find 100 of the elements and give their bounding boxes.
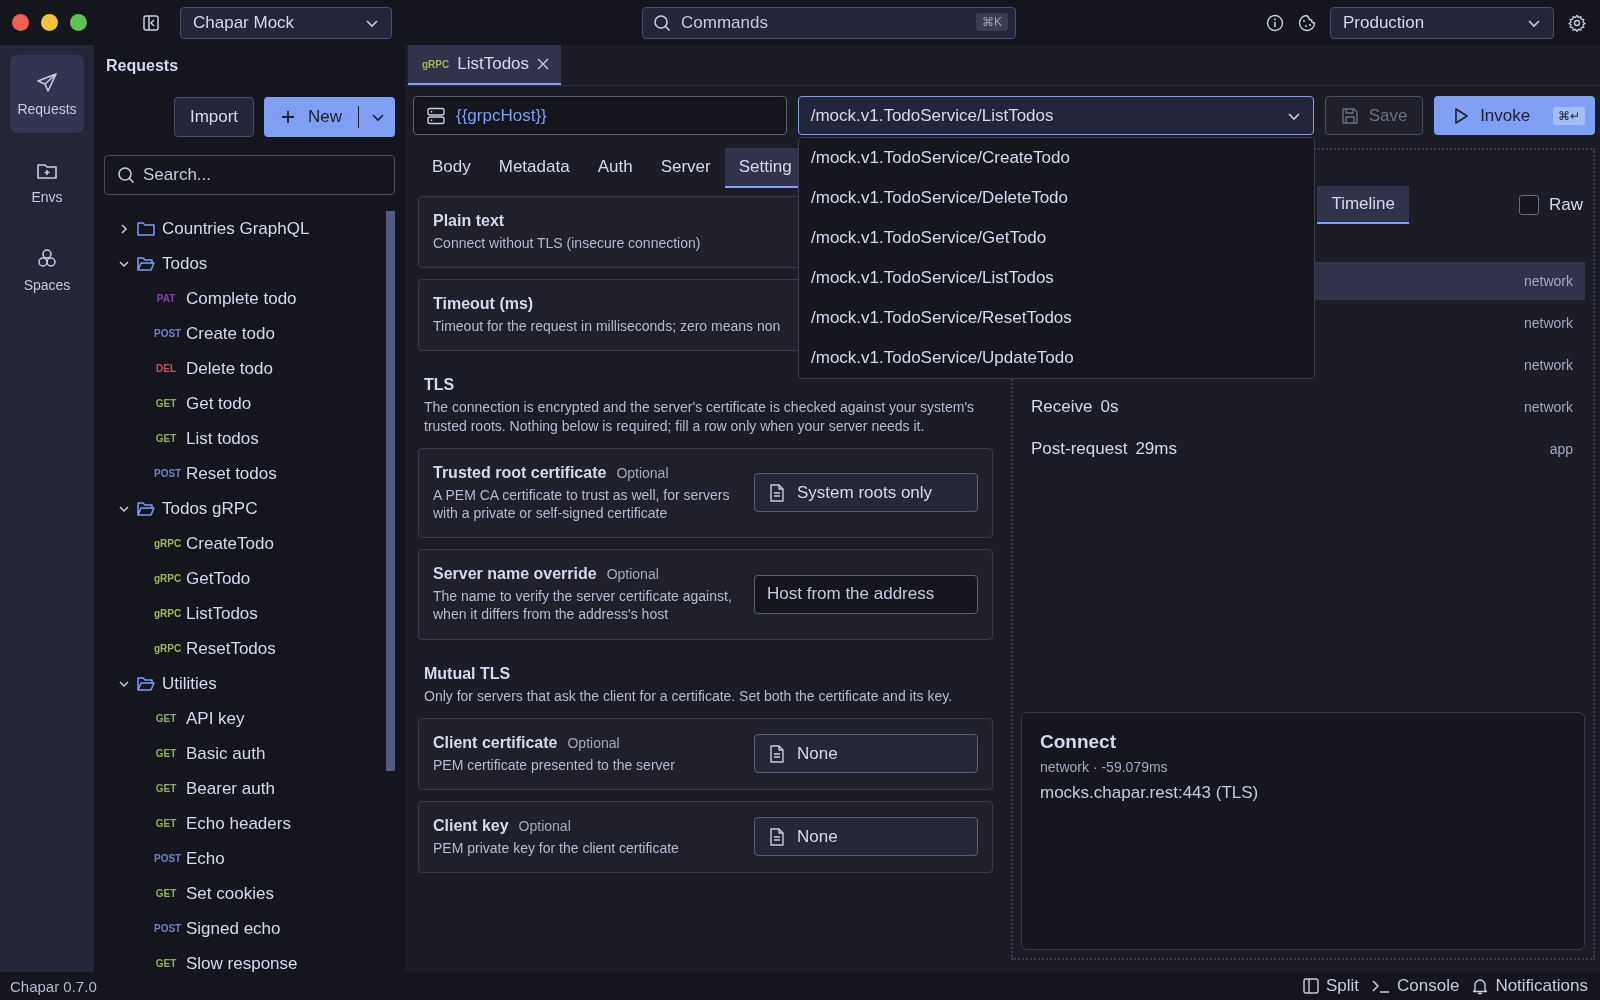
optional-label: Optional (518, 817, 571, 834)
server-name-field[interactable]: Host from the address (754, 574, 978, 614)
request-item[interactable]: PAT Complete todo (118, 281, 386, 316)
environment-select[interactable]: Production (1330, 6, 1554, 39)
dropdown-option[interactable]: /mock.v1.TodoService/ListTodos (799, 258, 1314, 298)
request-item[interactable]: POST Reset todos (118, 456, 386, 491)
detail-title: Connect (1040, 731, 1117, 753)
folder-item[interactable]: Todos gRPC (118, 491, 386, 526)
close-icon[interactable] (537, 58, 550, 70)
sub-tab[interactable]: Body (418, 148, 485, 188)
settings-icon[interactable] (1568, 13, 1586, 32)
version-label: Chapar 0.7.0 (10, 977, 97, 995)
nav-rail-item[interactable]: Envs (10, 143, 84, 221)
workspace-select[interactable]: Chapar Mock (180, 6, 392, 39)
optional-label: Optional (567, 734, 620, 751)
request-item[interactable]: GET Set cookies (118, 876, 386, 911)
open-folder-icon (136, 499, 156, 518)
method-select[interactable]: /mock.v1.TodoService/ListTodos (797, 96, 1315, 135)
import-button[interactable]: Import (174, 97, 254, 137)
request-item[interactable]: GET Get todo (118, 386, 386, 421)
server-icon (426, 105, 446, 126)
setting-description: PEM certificate presented to the server (433, 755, 675, 774)
optional-label: Optional (606, 566, 659, 583)
request-item[interactable]: GET API key (118, 701, 386, 736)
minimize-window-button[interactable] (41, 14, 58, 31)
response-tab[interactable]: Timeline (1317, 186, 1409, 224)
sub-tab[interactable]: Auth (583, 148, 647, 188)
status-button[interactable]: Split (1299, 976, 1361, 996)
request-item[interactable]: GET Basic auth (118, 736, 386, 771)
folder-item[interactable]: Utilities (118, 666, 386, 701)
setting-title: Server name override (433, 565, 597, 584)
request-item[interactable]: GET List todos (118, 421, 386, 456)
section-heading: Mutual TLS (424, 664, 512, 683)
folder-item[interactable]: Todos (118, 246, 386, 281)
section-description: The connection is encrypted and the server's certificate is checked against your system's trusted roots. Nothing below is required; fill a row only when your server needs it. (424, 398, 976, 435)
setting-title: Client certificate (433, 733, 558, 752)
dropdown-option[interactable]: /mock.v1.TodoService/ResetTodos (799, 298, 1314, 338)
setting-title: Timeout (ms) (433, 295, 534, 314)
raw-checkbox[interactable] (1519, 195, 1539, 215)
raw-label: Raw (1549, 195, 1583, 215)
info-icon[interactable] (1266, 13, 1284, 32)
dropdown-option[interactable]: /mock.v1.TodoService/UpdateTodo (799, 338, 1314, 378)
setting-title: Trusted root certificate (433, 463, 607, 482)
file-picker-button[interactable]: None (754, 734, 978, 774)
folder-icon (136, 219, 156, 238)
request-item[interactable]: gRPC ResetTodos (118, 631, 386, 666)
setting-description: Connect without TLS (insecure connection) (433, 234, 701, 253)
send-icon (35, 71, 59, 95)
request-item[interactable]: GET Slow response (118, 946, 386, 972)
file-icon (769, 483, 785, 502)
request-item[interactable]: POST Create todo (118, 316, 386, 351)
search-icon (653, 13, 671, 32)
setting-description: A PEM CA certificate to trust as well, for servers with a private or self-signed certificate (433, 485, 731, 523)
request-item[interactable]: gRPC CreateTodo (118, 526, 386, 561)
request-item[interactable]: DEL Delete todo (118, 351, 386, 386)
search-icon (117, 166, 135, 184)
scrollbar[interactable] (386, 211, 395, 771)
status-button[interactable]: Console (1369, 976, 1462, 996)
plus-icon (280, 109, 296, 125)
new-button[interactable]: New (264, 97, 395, 137)
detail-body: mocks.chapar.rest:443 (TLS) (1040, 783, 1260, 803)
request-item[interactable]: POST Echo (118, 841, 386, 876)
close-window-button[interactable] (12, 14, 29, 31)
terminal-icon (1371, 977, 1391, 995)
file-picker-button[interactable]: None (754, 817, 978, 857)
setting-description: Timeout for the request in milliseconds; zero means non (433, 317, 781, 336)
search-field[interactable]: Search... (104, 155, 395, 195)
file-icon (769, 744, 785, 763)
sidebar-toggle-icon[interactable] (142, 13, 160, 32)
sidebar-title: Requests (105, 56, 180, 76)
timeline-row[interactable]: Receive 0s network (1021, 388, 1585, 426)
status-button[interactable]: Notifications (1469, 976, 1590, 996)
sub-tab[interactable]: Metadata (484, 148, 584, 188)
request-item[interactable]: gRPC ListTodos (118, 596, 386, 631)
maximize-window-button[interactable] (70, 14, 87, 31)
sub-tab[interactable]: Server (646, 148, 725, 188)
request-item[interactable]: GET Echo headers (118, 806, 386, 841)
host-field[interactable]: {{grpcHost}} (413, 96, 787, 135)
setting-title: Client key (433, 816, 509, 835)
open-folder-icon (136, 254, 156, 273)
cookie-icon[interactable] (1298, 13, 1316, 32)
optional-label: Optional (616, 464, 669, 481)
dropdown-option[interactable]: /mock.v1.TodoService/GetTodo (799, 218, 1314, 258)
invoke-button[interactable]: Invoke ⌘↵ (1434, 96, 1595, 135)
request-item[interactable]: GET Bearer auth (118, 771, 386, 806)
folder-item[interactable]: Countries GraphQL (118, 211, 386, 246)
chevron-right-icon[interactable] (118, 222, 130, 235)
request-item[interactable]: POST Signed echo (118, 911, 386, 946)
request-tab[interactable]: gRPC ListTodos (408, 45, 562, 85)
timeline-row[interactable]: Post-request 29ms app (1021, 430, 1585, 468)
request-item[interactable]: gRPC GetTodo (118, 561, 386, 596)
setting-description: PEM private key for the client certificate (433, 838, 679, 858)
file-picker-button[interactable]: System roots only (754, 473, 978, 513)
nav-rail-item[interactable]: Spaces (10, 231, 84, 309)
play-icon (1452, 106, 1471, 125)
nav-rail-item[interactable]: Requests (10, 55, 84, 133)
open-folder-icon (136, 674, 156, 693)
split-view-icon (1301, 977, 1320, 995)
setting-title: Plain text (433, 212, 505, 230)
section-description: Only for servers that ask the client for a certificate. Set both the certificate and its key. (424, 686, 954, 705)
